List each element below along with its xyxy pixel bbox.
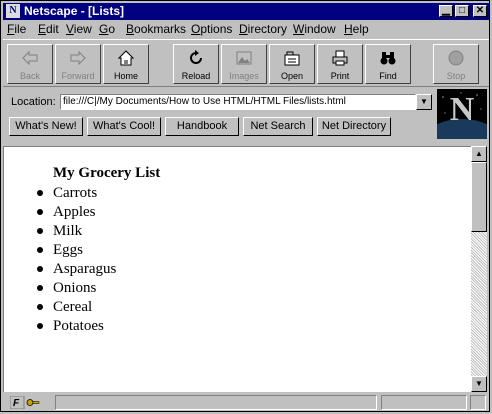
arrow-down-icon: ▼: [475, 379, 483, 388]
back-arrow-icon: [22, 50, 38, 66]
menu-view[interactable]: View: [66, 22, 92, 36]
mail-status-panel[interactable]: [470, 395, 486, 410]
reload-icon: [190, 50, 202, 64]
binoculars-icon: [380, 52, 396, 65]
close-icon: ✕: [475, 5, 485, 16]
menu-options[interactable]: Options: [191, 22, 232, 36]
bullet-icon: [37, 266, 43, 272]
images-label: Images: [229, 71, 259, 81]
stop-button[interactable]: Stop: [433, 44, 479, 84]
bullet-icon: [37, 285, 43, 291]
find-label: Find: [379, 71, 397, 81]
menu-go[interactable]: Go: [99, 22, 115, 36]
forward-arrow-icon: [70, 50, 86, 66]
window-title: Netscape - [Lists]: [24, 4, 125, 18]
bullet-icon: [37, 228, 43, 234]
menu-help[interactable]: Help: [344, 22, 369, 36]
title-bar[interactable]: N Netscape - [Lists] ▁ □ ✕: [3, 3, 489, 20]
list-item: Apples: [35, 203, 116, 222]
home-label: Home: [113, 71, 138, 81]
bullet-icon: [37, 247, 43, 253]
forward-button[interactable]: Forward: [55, 44, 101, 84]
bullet-icon: [37, 209, 43, 215]
minimize-button[interactable]: ▁: [439, 5, 453, 17]
bullet-icon: [37, 323, 43, 329]
reload-button[interactable]: Reload: [173, 44, 219, 84]
scroll-up-button[interactable]: ▲: [471, 146, 487, 162]
menu-window[interactable]: Window: [293, 22, 336, 36]
menu-bookmarks[interactable]: Bookmarks: [126, 22, 186, 36]
stop-label: Stop: [446, 71, 466, 81]
reload-label: Reload: [181, 71, 211, 81]
vertical-scrollbar[interactable]: ▲ ▼: [471, 146, 487, 392]
printer-icon: [332, 50, 348, 66]
maximize-button[interactable]: □: [455, 5, 469, 17]
page-content: My Grocery List Carrots Apples Milk Eggs…: [3, 146, 471, 392]
stop-icon: [448, 50, 464, 66]
location-input[interactable]: file:///C|/My Documents/How to Use HTML/…: [60, 94, 416, 110]
images-button[interactable]: Images: [221, 44, 267, 84]
list-item: Cereal: [35, 298, 116, 317]
toolbar: Back Forward Home Reload Images Open Pri…: [3, 39, 489, 87]
security-key-icon[interactable]: F: [10, 396, 40, 409]
status-bar: F: [3, 394, 489, 411]
close-button[interactable]: ✕: [473, 5, 487, 17]
chevron-down-icon: ▼: [420, 97, 428, 106]
back-label: Back: [19, 71, 40, 81]
page-heading: My Grocery List: [53, 165, 161, 181]
images-icon: [236, 51, 252, 65]
scroll-thumb[interactable]: [471, 162, 487, 232]
home-icon: [117, 50, 135, 66]
net-directory-button[interactable]: Net Directory: [317, 117, 391, 136]
forward-label: Forward: [61, 71, 95, 81]
netscape-logo[interactable]: N: [437, 89, 487, 139]
status-text-panel: [55, 395, 377, 410]
svg-text:F: F: [13, 398, 20, 409]
whats-cool-button[interactable]: What's Cool!: [87, 117, 161, 136]
net-search-button[interactable]: Net Search: [243, 117, 313, 136]
location-label: Location:: [11, 96, 56, 108]
netscape-app-icon[interactable]: N: [6, 4, 20, 18]
open-label: Open: [280, 71, 304, 81]
list-item: Eggs: [35, 241, 116, 260]
minimize-icon: ▁: [442, 5, 450, 16]
bullet-icon: [37, 190, 43, 196]
menu-edit[interactable]: Edit: [38, 22, 59, 36]
netscape-n-icon: N: [449, 91, 475, 128]
scroll-down-button[interactable]: ▼: [471, 376, 487, 392]
list-item: Onions: [35, 279, 116, 298]
print-button[interactable]: Print: [317, 44, 363, 84]
list-item: Milk: [35, 222, 116, 241]
bullet-icon: [37, 304, 43, 310]
list-item: Asparagus: [35, 260, 116, 279]
open-icon: [284, 51, 300, 66]
find-button[interactable]: Find: [365, 44, 411, 84]
open-button[interactable]: Open: [269, 44, 315, 84]
progress-panel: [381, 395, 467, 410]
grocery-list: Carrots Apples Milk Eggs Asparagus Onion…: [35, 184, 116, 336]
list-item: Potatoes: [35, 317, 116, 336]
menu-directory[interactable]: Directory: [239, 22, 287, 36]
home-button[interactable]: Home: [103, 44, 149, 84]
location-dropdown-button[interactable]: ▼: [416, 94, 432, 110]
maximize-icon: □: [458, 5, 466, 16]
list-item: Carrots: [35, 184, 116, 203]
location-bar: Location: file:///C|/My Documents/How to…: [3, 91, 489, 139]
back-button[interactable]: Back: [7, 44, 53, 84]
menu-bar: File Edit View Go Bookmarks Options Dire…: [3, 20, 489, 38]
whats-new-button[interactable]: What's New!: [9, 117, 83, 136]
handbook-button[interactable]: Handbook: [165, 117, 239, 136]
print-label: Print: [330, 71, 350, 81]
browser-window: N Netscape - [Lists] ▁ □ ✕ File Edit Vie…: [0, 0, 490, 412]
arrow-up-icon: ▲: [475, 149, 483, 158]
menu-file[interactable]: File: [7, 22, 26, 36]
